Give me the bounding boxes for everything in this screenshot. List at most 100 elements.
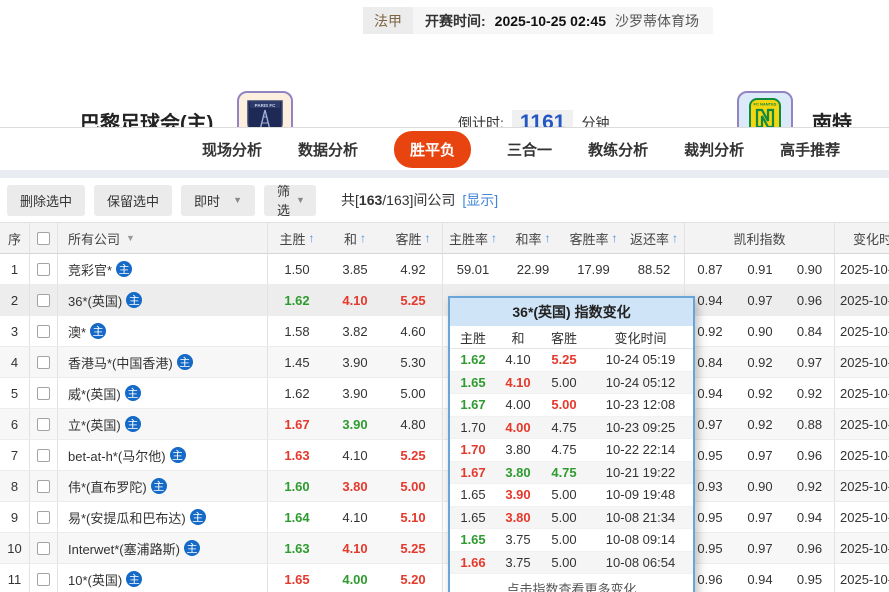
row-checkbox[interactable] bbox=[37, 541, 50, 555]
odds-home-win[interactable]: 1.62 bbox=[268, 285, 326, 315]
delete-selected-button[interactable]: 删除选中 bbox=[7, 184, 86, 216]
odds-draw[interactable]: 4.10 bbox=[326, 533, 384, 563]
draw-rate: 22.99 bbox=[516, 261, 550, 277]
company-name[interactable]: 立*(英国) bbox=[68, 415, 121, 434]
row-checkbox-cell bbox=[30, 502, 58, 532]
table-row: 7 bet-at-h*(马尔他) 主 1.63 4.10 5.25 0.95 0.97 0.96… bbox=[0, 440, 889, 471]
home-badge-icon: 主 bbox=[126, 571, 143, 587]
odds-away-win[interactable]: 4.92 bbox=[384, 254, 443, 284]
col-header-company[interactable]: 所有公司 ▼ bbox=[58, 223, 268, 253]
row-checkbox[interactable] bbox=[37, 510, 50, 524]
tab-裁判分析[interactable]: 裁判分析 bbox=[684, 139, 744, 160]
company-name[interactable]: 竞彩官* bbox=[68, 260, 112, 279]
change-time: 2025-10-2 bbox=[840, 540, 889, 556]
row-checkbox[interactable] bbox=[37, 386, 50, 400]
popup-odds-home-win: 1.70 bbox=[460, 419, 486, 435]
tab-现场分析[interactable]: 现场分析 bbox=[202, 139, 262, 160]
nav-tabs: 现场分析 数据分析 胜平负 三合一 教练分析 裁判分析 高手推荐 bbox=[0, 128, 889, 170]
company-name[interactable]: 36*(英国) bbox=[68, 291, 122, 310]
odds-draw[interactable]: 3.90 bbox=[326, 347, 384, 377]
odds-home-win[interactable]: 1.58 bbox=[268, 316, 326, 346]
row-checkbox[interactable] bbox=[37, 479, 50, 493]
odds-away-win[interactable]: 4.80 bbox=[384, 409, 443, 439]
company-name[interactable]: bet-at-h*(马尔他) bbox=[68, 446, 166, 465]
company-name[interactable]: 易*(安提瓜和巴布达) bbox=[68, 508, 186, 527]
col-header-draw-rate[interactable]: 和率 ↑ bbox=[503, 223, 563, 253]
odds-draw[interactable]: 3.90 bbox=[326, 378, 384, 408]
company-cell: 香港马*(中国香港) 主 bbox=[58, 347, 268, 377]
away-rate: 17.99 bbox=[577, 261, 610, 277]
col-header-away-rate[interactable]: 客胜率 ↑ bbox=[563, 223, 624, 253]
company-cell: 36*(英国) 主 bbox=[58, 285, 268, 315]
keep-selected-button[interactable]: 保留选中 bbox=[94, 184, 173, 216]
odds-draw[interactable]: 4.10 bbox=[326, 285, 384, 315]
odds-home-win[interactable]: 1.65 bbox=[268, 564, 326, 592]
odds-draw[interactable]: 4.00 bbox=[326, 564, 384, 592]
odds-draw[interactable]: 3.85 bbox=[326, 254, 384, 284]
popup-odds-draw: 4.10 bbox=[505, 352, 531, 368]
kelly-draw: 0.92 bbox=[747, 416, 773, 432]
col-header-draw[interactable]: 和 ↑ bbox=[326, 223, 384, 253]
odds-draw[interactable]: 4.10 bbox=[326, 440, 384, 470]
company-name[interactable]: 伟*(直布罗陀) bbox=[68, 477, 147, 496]
tab-三合一[interactable]: 三合一 bbox=[507, 139, 552, 160]
company-cell: bet-at-h*(马尔他) 主 bbox=[58, 440, 268, 470]
home-badge-icon: 主 bbox=[169, 447, 186, 463]
popup-odds-away-win: 5.00 bbox=[551, 487, 577, 503]
kelly-draw: 0.94 bbox=[747, 571, 773, 587]
popup-odds-draw: 3.90 bbox=[505, 487, 531, 503]
company-name[interactable]: 香港马*(中国香港) bbox=[68, 353, 173, 372]
odds-home-win[interactable]: 1.62 bbox=[268, 378, 326, 408]
row-checkbox[interactable] bbox=[37, 417, 50, 431]
odds-home-win[interactable]: 1.63 bbox=[268, 533, 326, 563]
filter-dropdown[interactable]: 筛选 ▼ bbox=[264, 184, 317, 218]
kelly-away: 0.84 bbox=[785, 316, 835, 346]
tab-数据分析[interactable]: 数据分析 bbox=[298, 139, 358, 160]
venue: 沙罗蒂体育场 bbox=[614, 12, 699, 29]
row-checkbox[interactable] bbox=[37, 324, 50, 338]
odds-home-win[interactable]: 1.63 bbox=[268, 440, 326, 470]
kelly-draw: 0.92 bbox=[747, 385, 773, 401]
odds-home-win[interactable]: 1.45 bbox=[268, 347, 326, 377]
tab-高手推荐[interactable]: 高手推荐 bbox=[780, 139, 840, 160]
tab-教练分析[interactable]: 教练分析 bbox=[588, 139, 648, 160]
row-checkbox[interactable] bbox=[37, 572, 50, 586]
company-name[interactable]: 10*(英国) bbox=[68, 570, 122, 589]
col-header-home-win[interactable]: 主胜 ↑ bbox=[268, 223, 326, 253]
odds-away-win[interactable]: 5.25 bbox=[384, 533, 443, 563]
company-name[interactable]: Interwet*(塞浦路斯) bbox=[68, 539, 180, 558]
company-name[interactable]: 澳* bbox=[68, 322, 86, 341]
odds-away-win[interactable]: 5.00 bbox=[384, 378, 443, 408]
row-checkbox-cell bbox=[30, 533, 58, 563]
odds-home-win[interactable]: 1.64 bbox=[268, 502, 326, 532]
odds-away-win[interactable]: 5.30 bbox=[384, 347, 443, 377]
odds-away-win[interactable]: 5.25 bbox=[384, 285, 443, 315]
odds-home-win[interactable]: 1.67 bbox=[268, 409, 326, 439]
odds-away-win[interactable]: 5.25 bbox=[384, 440, 443, 470]
row-checkbox[interactable] bbox=[37, 262, 50, 276]
show-link[interactable]: [显示] bbox=[462, 192, 498, 208]
odds-home-win[interactable]: 1.50 bbox=[268, 254, 326, 284]
odds-draw[interactable]: 3.90 bbox=[326, 409, 384, 439]
odds-draw[interactable]: 3.82 bbox=[326, 316, 384, 346]
odds-draw[interactable]: 4.10 bbox=[326, 502, 384, 532]
row-checkbox[interactable] bbox=[37, 355, 50, 369]
odds-home-win[interactable]: 1.60 bbox=[268, 471, 326, 501]
col-header-home-rate[interactable]: 主胜率 ↑ bbox=[443, 223, 503, 253]
instant-dropdown[interactable]: 即时 ▼ bbox=[181, 184, 256, 216]
odds-away-win[interactable]: 4.60 bbox=[384, 316, 443, 346]
odds-draw[interactable]: 3.80 bbox=[326, 471, 384, 501]
team-header: 巴黎足球会(主) PARIS FC 倒计时: 1161 分钟 FC NANTES… bbox=[0, 40, 889, 147]
col-header-payout-rate[interactable]: 返还率 ↑ bbox=[624, 223, 685, 253]
odds-away-win[interactable]: 5.10 bbox=[384, 502, 443, 532]
company-name[interactable]: 威*(英国) bbox=[68, 384, 121, 403]
row-checkbox[interactable] bbox=[37, 293, 50, 307]
row-checkbox[interactable] bbox=[37, 448, 50, 462]
odds-away-win[interactable]: 5.20 bbox=[384, 564, 443, 592]
kelly-away: 0.96 bbox=[785, 533, 835, 563]
kelly-draw: 0.97 bbox=[747, 447, 773, 463]
col-header-away-win[interactable]: 客胜 ↑ bbox=[384, 223, 443, 253]
tab-胜平负[interactable]: 胜平负 bbox=[394, 130, 472, 168]
odds-away-win[interactable]: 5.00 bbox=[384, 471, 443, 501]
select-all-checkbox[interactable] bbox=[37, 231, 50, 245]
